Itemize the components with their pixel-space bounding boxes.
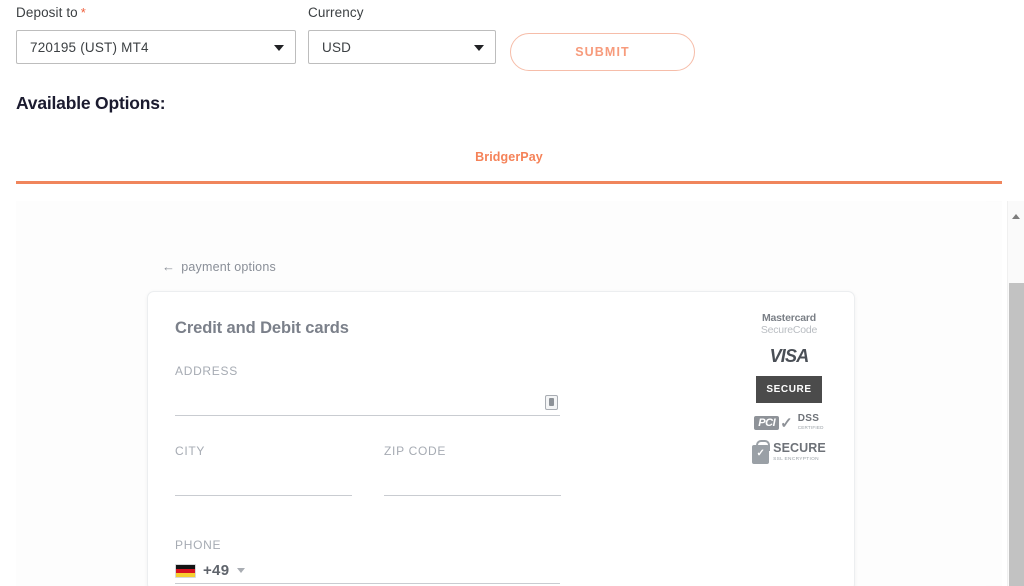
phone-input[interactable]: +49 [175,557,560,584]
lock-icon: ✓ [752,439,770,464]
chevron-down-icon [274,45,284,51]
available-options-title: Available Options: [16,93,166,113]
tab-bridgerpay[interactable]: BridgerPay [16,150,1002,164]
chevron-up-icon [1012,213,1020,219]
address-input[interactable] [175,389,560,416]
city-label: CITY [175,444,206,458]
deposit-to-label: Deposit to * [16,5,296,21]
currency-label: Currency [308,5,364,20]
ssl-secure-badge: ✓ SECURE SSL ENCRYPTION [749,439,829,465]
required-asterisk: * [80,5,86,20]
secure-box: SECURE [756,376,822,403]
city-input[interactable] [175,469,352,496]
address-label: ADDRESS [175,364,238,378]
currency-select[interactable]: USD [308,30,496,64]
back-to-payment-options-link[interactable]: ← payment options [162,259,276,274]
germany-flag-icon [175,563,196,578]
deposit-to-value: 720195 (UST) MT4 [30,39,149,55]
iframe-scrollbar[interactable] [1007,201,1024,586]
submit-button-label: SUBMIT [575,45,630,59]
arrow-left-icon: ← [162,259,176,274]
chevron-down-icon [237,568,246,573]
deposit-to-select[interactable]: 720195 (UST) MT4 [16,30,296,64]
payment-iframe-content: ← payment options Credit and Debit cards… [16,201,986,586]
zip-code-label: ZIP CODE [384,444,447,458]
payment-iframe: ← payment options Credit and Debit cards… [16,201,1002,586]
scrollbar-thumb[interactable] [1009,283,1024,586]
currency-value: USD [322,39,352,55]
phone-dial-code: +49 [203,562,230,579]
security-badges: Mastercard SecureCode VISA SECURE PCI ✓ … [749,312,829,474]
payment-provider-tabs: BridgerPay [16,150,1002,164]
visa-badge: VISA [769,346,810,366]
pci-dss-badge: PCI ✓ DSS CERTIFIED [749,412,829,434]
check-icon: ✓ [780,415,793,432]
deposit-to-field: Deposit to * 720195 (UST) MT4 [16,5,296,64]
address-book-icon[interactable] [545,395,558,410]
phone-label: PHONE [175,538,222,552]
zip-code-input[interactable] [384,469,561,496]
secure-badge: SECURE [749,376,829,403]
credit-card-form-card: Credit and Debit cards ADDRESS CITY ZIP … [147,291,855,586]
scrollbar-up-button[interactable] [1008,201,1024,231]
card-form-title: Credit and Debit cards [175,319,349,337]
deposit-page: Deposit to * 720195 (UST) MT4 Currency US… [0,0,1024,586]
city-field: CITY [175,444,352,496]
deposit-to-label-text: Deposit to [16,5,78,20]
back-link-label: payment options [181,259,276,274]
zip-code-field: ZIP CODE [384,444,561,496]
submit-button[interactable]: SUBMIT [510,33,695,71]
address-field: ADDRESS [175,364,560,416]
chevron-down-icon [474,45,484,51]
phone-field: PHONE +49 [175,538,560,584]
currency-field: Currency USD [308,5,496,64]
phone-country-selector[interactable]: +49 [175,557,560,584]
mastercard-securecode-badge: Mastercard SecureCode [760,312,818,336]
pci-mark: PCI [754,416,780,430]
tab-active-underline [16,181,1002,184]
